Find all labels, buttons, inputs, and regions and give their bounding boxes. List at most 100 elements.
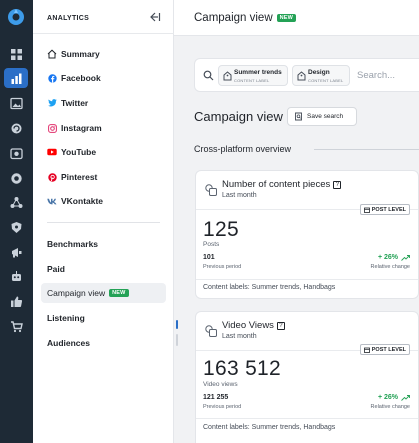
sidebar-item-campaign-view[interactable]: Campaign view NEW: [47, 286, 129, 300]
sidebar-item-label: Twitter: [61, 98, 89, 108]
content-label-chip[interactable]: Design CONTENT LABEL: [292, 65, 350, 86]
overview-title: Cross-platform overview: [194, 144, 292, 154]
youtube-icon: [47, 147, 57, 157]
sidebar-item-label: Pinterest: [61, 172, 98, 182]
card-divider: [196, 279, 418, 280]
sidebar-item-label: Campaign view: [47, 288, 106, 298]
sidebar-item-summary[interactable]: Summary: [47, 47, 100, 61]
tag-icon: [297, 71, 306, 81]
icon-rail: [0, 0, 33, 443]
megaphone-icon[interactable]: [4, 242, 28, 262]
sidebar-item-label: Listening: [47, 313, 85, 323]
page-title-text: Campaign view: [194, 12, 273, 24]
home-icon: [47, 49, 57, 59]
card-title-text: Number of content pieces: [222, 179, 331, 190]
chip-label: Summer trends: [234, 69, 282, 76]
metric-unit: Video views: [203, 381, 238, 388]
refresh-icon[interactable]: [4, 118, 28, 138]
sidebar-item-label: Instagram: [61, 123, 102, 133]
card-period: Last month: [222, 333, 257, 340]
analytics-icon[interactable]: [4, 68, 28, 88]
previous-label: Previous period: [203, 404, 242, 410]
thumbs-up-icon[interactable]: [4, 291, 28, 311]
network-icon[interactable]: [4, 192, 28, 212]
top-bar: Campaign view NEW: [174, 0, 419, 36]
change-label: Relative change: [370, 264, 410, 270]
calendar-icon: [363, 347, 370, 353]
save-search-label: Save search: [307, 113, 344, 120]
section-title: Campaign view: [194, 109, 283, 124]
trend-up-icon: [401, 394, 410, 401]
chip-label: Design: [308, 69, 330, 76]
trend-up-icon: [401, 254, 410, 261]
card-period: Last month: [222, 192, 257, 199]
camera-icon[interactable]: [4, 143, 28, 163]
video-views-icon: [205, 325, 217, 337]
cart-icon[interactable]: [4, 316, 28, 336]
new-badge: NEW: [276, 14, 297, 22]
collapse-sidebar-icon[interactable]: [149, 11, 161, 23]
content-labels: Content labels: Summer trends, Handbags: [203, 284, 336, 291]
instagram-icon: [47, 123, 57, 133]
metric-value: 163 512: [203, 357, 282, 380]
previous-value: 101: [203, 254, 215, 261]
search-icon: [203, 70, 214, 81]
sidebar-item-label: Audiences: [47, 338, 90, 348]
post-level-badge: POST LEVEL: [359, 344, 410, 355]
metric-card: Number of content pieces? Last month POS…: [195, 170, 419, 299]
previous-label: Previous period: [203, 264, 242, 270]
sidebar-item-label: Summary: [61, 49, 100, 59]
save-search-button[interactable]: Save search: [287, 107, 357, 126]
page-title: Campaign view NEW: [194, 12, 297, 24]
shield-icon[interactable]: [4, 217, 28, 237]
image-icon[interactable]: [4, 93, 28, 113]
change-value: + 26%: [377, 394, 398, 401]
help-icon[interactable]: ?: [333, 180, 342, 189]
sidebar-item-pinterest[interactable]: Pinterest: [47, 170, 97, 184]
search-input[interactable]: Search...: [357, 70, 395, 81]
sidebar-item-listening[interactable]: Listening: [47, 311, 85, 325]
bot-icon[interactable]: [4, 266, 28, 286]
post-level-label: POST LEVEL: [371, 346, 406, 353]
sidebar-item-audiences[interactable]: Audiences: [47, 336, 90, 350]
search-bar[interactable]: Summer trends CONTENT LABEL Design CONTE…: [194, 58, 419, 92]
facebook-icon: [47, 73, 57, 83]
card-title: Number of content pieces?: [222, 179, 342, 190]
sidebar-item-instagram[interactable]: Instagram: [47, 121, 102, 135]
chip-sublabel: CONTENT LABEL: [308, 78, 344, 83]
help-icon[interactable]: ?: [276, 321, 285, 330]
sidebar-item-benchmarks[interactable]: Benchmarks: [47, 237, 98, 251]
post-level-label: POST LEVEL: [371, 206, 406, 213]
content-pieces-icon: [205, 184, 217, 196]
sidebar-item-vkontakte[interactable]: VKontakte: [47, 194, 103, 208]
card-divider: [196, 418, 418, 419]
metric-value: 125: [203, 218, 239, 241]
content-label-chip[interactable]: Summer trends CONTENT LABEL: [218, 65, 288, 86]
relative-change: + 26%: [378, 394, 410, 401]
metric-unit: Posts: [203, 241, 220, 248]
sidebar-header: ANALYTICS: [47, 15, 90, 22]
tag-icon: [223, 71, 232, 81]
logo-icon[interactable]: [6, 7, 26, 27]
post-level-badge: POST LEVEL: [359, 204, 410, 215]
analytics-sidebar: ANALYTICS Summary Facebook Twitter Insta…: [33, 0, 174, 443]
save-search-icon: [295, 112, 302, 121]
main-content: Campaign view NEW Summer trends CONTENT …: [174, 0, 419, 443]
vk-icon: [47, 196, 57, 206]
card-title: Video Views?: [222, 320, 285, 331]
sidebar-item-label: YouTube: [61, 147, 97, 157]
sidebar-item-paid[interactable]: Paid: [47, 262, 65, 276]
overview-divider: [314, 149, 419, 150]
calendar-icon: [363, 207, 370, 213]
new-badge: NEW: [109, 289, 129, 297]
target-icon[interactable]: [4, 168, 28, 188]
dashboard-icon[interactable]: [4, 44, 28, 64]
sidebar-divider: [33, 33, 174, 34]
change-label: Relative change: [370, 404, 410, 410]
sidebar-item-youtube[interactable]: YouTube: [47, 145, 96, 159]
metric-card: Video Views? Last month POST LEVEL 163 5…: [195, 311, 419, 443]
sidebar-item-label: VKontakte: [61, 196, 104, 206]
sidebar-item-twitter[interactable]: Twitter: [47, 96, 88, 110]
sidebar-item-facebook[interactable]: Facebook: [47, 71, 101, 85]
change-value: + 26%: [377, 254, 398, 261]
